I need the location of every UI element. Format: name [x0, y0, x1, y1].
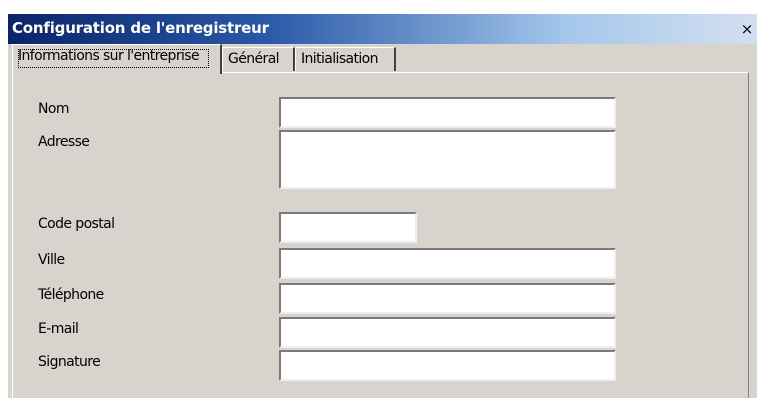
tab-label: Général: [228, 51, 280, 67]
signature-input[interactable]: [279, 350, 616, 381]
tab-initialisation[interactable]: Initialisation: [295, 47, 396, 71]
phone-input[interactable]: [279, 283, 616, 314]
address-input[interactable]: [279, 130, 616, 189]
name-input[interactable]: [279, 97, 616, 128]
city-input[interactable]: [279, 248, 616, 279]
close-button[interactable]: ×: [739, 20, 755, 38]
tab-strip: Informations sur l'entreprise Général In…: [12, 44, 749, 74]
postal-code-input[interactable]: [279, 212, 417, 243]
tab-panel: Nom Adresse Code postal Ville Téléphone …: [12, 72, 749, 398]
signature-label: Signature: [38, 354, 101, 370]
city-label: Ville: [38, 252, 65, 268]
title-bar[interactable]: Configuration de l'enregistreur ×: [8, 14, 757, 44]
phone-label: Téléphone: [38, 287, 104, 303]
postal-code-label: Code postal: [38, 216, 115, 232]
email-label: E-mail: [38, 321, 79, 337]
name-label: Nom: [38, 101, 69, 117]
tab-label: Initialisation: [301, 51, 379, 67]
tab-general[interactable]: Général: [222, 47, 295, 71]
address-label: Adresse: [38, 134, 90, 150]
tab-label: Informations sur l'entreprise: [18, 48, 200, 64]
window-title: Configuration de l'enregistreur: [12, 19, 269, 37]
tab-company-info[interactable]: Informations sur l'entreprise: [12, 44, 222, 74]
email-input[interactable]: [279, 317, 616, 348]
